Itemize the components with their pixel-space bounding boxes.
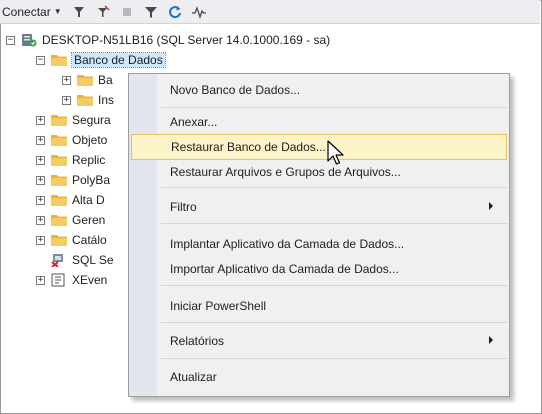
menu-item-label: Anexar... (170, 115, 218, 129)
expand-icon[interactable]: + (62, 95, 71, 105)
folder-icon (51, 215, 67, 226)
menu-item-label: Relatórios (170, 334, 225, 348)
tree-node-polybase[interactable]: + PolyBa (36, 170, 110, 190)
tree-node-replication[interactable]: + Replic (36, 150, 105, 170)
chevron-right-icon (489, 336, 493, 344)
tree-node-catalogs[interactable]: + Catálo (36, 230, 107, 250)
filter-icon[interactable] (144, 5, 158, 19)
menu-item-label: Filtro (170, 200, 197, 214)
menu-item-label: Importar Aplicativo da Camada de Dados..… (170, 262, 399, 276)
menu-separator (161, 322, 507, 323)
collapse-icon[interactable]: − (36, 55, 45, 65)
menu-separator (161, 223, 507, 224)
tree-node-server[interactable]: − DESKTOP-N51LB16 (SQL Server 14.0.1000.… (6, 30, 330, 50)
menu-item-reports[interactable]: Relatórios (131, 328, 507, 354)
tree-node-snapshots[interactable]: + Ins (62, 90, 114, 110)
tree-label: Geren (72, 213, 106, 227)
folder-icon (51, 235, 67, 246)
folder-icon (77, 95, 93, 106)
menu-item-restore-database[interactable]: Restaurar Banco de Dados... (131, 134, 507, 160)
refresh-icon[interactable] (168, 5, 182, 19)
expand-icon[interactable]: + (36, 195, 45, 205)
folder-icon (51, 195, 67, 206)
expand-icon[interactable]: + (36, 275, 45, 285)
tree-node-sql-agent[interactable]: SQL Se (36, 250, 114, 270)
databases-label: Banco de Dados (71, 52, 166, 68)
connect-filter-icon[interactable] (72, 5, 86, 19)
menu-separator (161, 107, 507, 108)
tree-label: Catálo (72, 233, 107, 247)
tree-node-security[interactable]: + Segura (36, 110, 111, 130)
tree-node-xevent[interactable]: + XEven (36, 270, 107, 290)
menu-item-attach[interactable]: Anexar... (131, 109, 507, 135)
expand-icon[interactable]: + (36, 115, 45, 125)
tree-label: Objeto (72, 133, 108, 147)
tree-label: SQL Se (72, 253, 114, 267)
expand-icon[interactable]: + (62, 75, 71, 85)
folder-icon (51, 115, 67, 126)
menu-separator (161, 187, 507, 188)
menu-item-filter[interactable]: Filtro (131, 194, 507, 220)
tree-label: Segura (72, 113, 111, 127)
folder-icon (77, 75, 93, 86)
disconnect-icon[interactable] (96, 4, 110, 19)
folder-icon (51, 155, 67, 166)
menu-item-import-data-tier[interactable]: Importar Aplicativo da Camada de Dados..… (131, 256, 507, 282)
tree-label: Ins (98, 93, 115, 107)
menu-item-start-powershell[interactable]: Iniciar PowerShell (131, 293, 507, 319)
menu-item-deploy-data-tier[interactable]: Implantar Aplicativo da Camada de Dados.… (131, 231, 507, 257)
tree-node-databases[interactable]: − Banco de Dados (36, 50, 166, 70)
menu-item-label: Restaurar Banco de Dados... (171, 140, 326, 154)
tree-node-system-databases[interactable]: + Ba (62, 70, 113, 90)
expand-icon[interactable]: + (36, 175, 45, 185)
xevent-profiler-icon (51, 273, 65, 287)
menu-item-label: Restaurar Arquivos e Grupos de Arquivos.… (170, 165, 401, 179)
tree-label: XEven (72, 273, 108, 287)
server-icon (22, 34, 37, 47)
tree-node-always-on[interactable]: + Alta D (36, 190, 105, 210)
expand-icon[interactable]: + (36, 235, 45, 245)
menu-item-label: Implantar Aplicativo da Camada de Dados.… (170, 237, 405, 251)
stop-icon[interactable] (120, 5, 134, 19)
chevron-right-icon (489, 202, 493, 210)
menu-item-label: Novo Banco de Dados... (170, 83, 301, 97)
menu-item-label: Iniciar PowerShell (170, 299, 267, 313)
menu-item-refresh[interactable]: Atualizar (131, 364, 507, 390)
menu-item-label: Atualizar (170, 370, 217, 384)
collapse-icon[interactable]: − (6, 35, 15, 45)
mouse-cursor-icon (327, 140, 344, 165)
tree-node-management[interactable]: + Geren (36, 210, 105, 230)
folder-icon (51, 175, 67, 186)
tree-label: Alta D (72, 193, 105, 207)
expand-icon[interactable]: + (36, 215, 45, 225)
connect-button[interactable]: Conectar ▼ (2, 5, 62, 19)
menu-item-new-database[interactable]: Novo Banco de Dados... (131, 77, 507, 103)
expand-icon[interactable]: + (36, 135, 45, 145)
activity-monitor-icon[interactable] (191, 5, 206, 19)
folder-icon (51, 55, 67, 66)
tree-label: Replic (72, 153, 106, 167)
menu-separator (161, 358, 507, 359)
chevron-down-icon: ▼ (53, 7, 62, 16)
object-explorer-toolbar: Conectar ▼ (0, 0, 540, 24)
tree-node-server-objects[interactable]: + Objeto (36, 130, 107, 150)
sql-agent-icon (51, 254, 63, 267)
menu-separator (161, 285, 507, 286)
connect-label: Conectar (2, 4, 51, 19)
tree-label: Ba (98, 73, 113, 87)
expand-icon[interactable]: + (36, 155, 45, 165)
context-menu: Novo Banco de Dados... Anexar... Restaur… (128, 73, 510, 397)
server-label: DESKTOP-N51LB16 (SQL Server 14.0.1000.16… (42, 33, 331, 47)
menu-item-restore-files[interactable]: Restaurar Arquivos e Grupos de Arquivos.… (131, 159, 507, 185)
tree-label: PolyBa (72, 173, 111, 187)
folder-icon (51, 135, 67, 146)
